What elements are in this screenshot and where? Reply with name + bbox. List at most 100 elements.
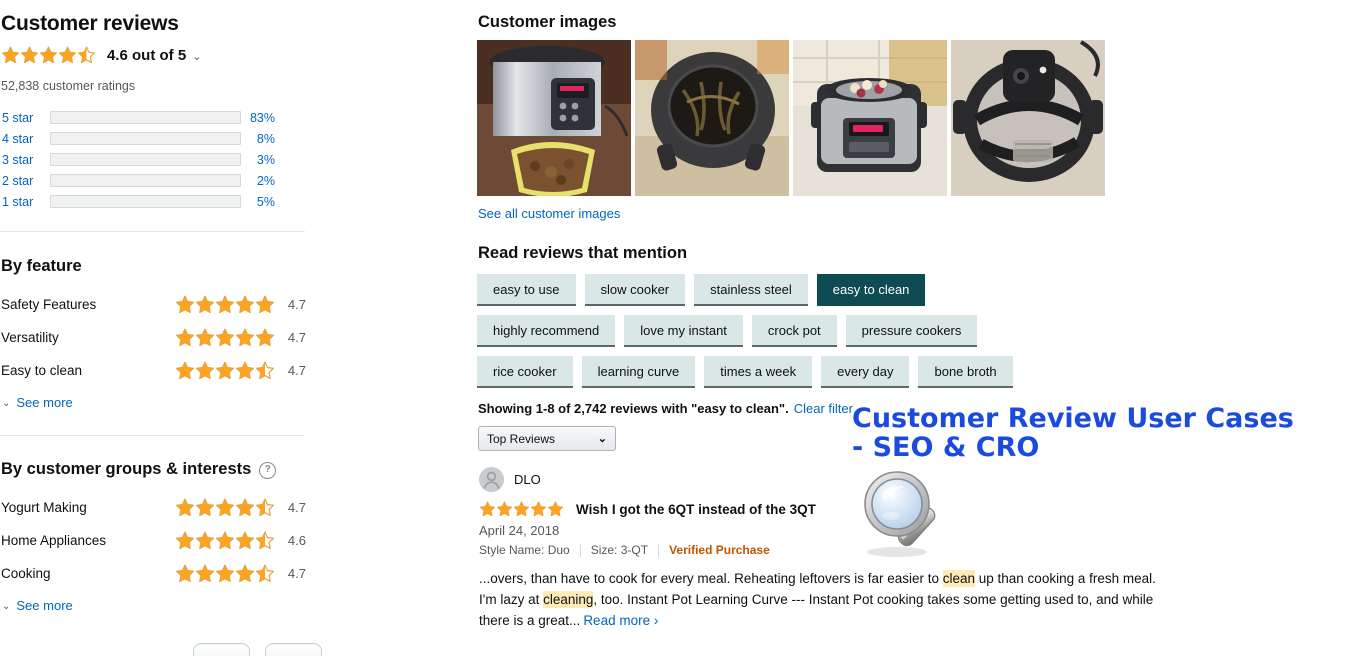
clear-filter-link[interactable]: Clear filter <box>794 401 853 416</box>
review-title-row[interactable]: Wish I got the 6QT instead of the 3QT <box>479 501 1346 517</box>
partial-button-left[interactable] <box>193 643 250 656</box>
chevron-down-icon: ⌄ <box>2 601 11 613</box>
meta-separator <box>658 543 660 557</box>
attribute-row: Easy to clean 4.7 <box>1 354 320 387</box>
mention-pill[interactable]: easy to clean <box>816 274 926 306</box>
mention-pill[interactable]: times a week <box>704 356 813 388</box>
histogram-bar-track[interactable] <box>50 153 241 167</box>
star-icon <box>175 361 195 380</box>
review-star-rating <box>479 501 564 517</box>
star-icon <box>215 361 235 380</box>
mention-pill[interactable]: stainless steel <box>694 274 808 306</box>
by-feature-see-more[interactable]: ⌄ See more <box>2 395 320 410</box>
review-meta: Style Name: Duo Size: 3-QT Verified Purc… <box>479 543 1346 557</box>
attribute-score: 4.7 <box>287 297 306 313</box>
chevron-down-icon[interactable]: ⌄ <box>192 51 201 63</box>
star-icon <box>513 501 530 517</box>
by-feature-list: Safety Features 4.7 Versatility 4.7 Easy… <box>0 288 320 387</box>
reviews-main-column: Customer images See all customer images … <box>477 0 1346 631</box>
attribute-star-rating <box>175 295 275 314</box>
sort-select-value: Top Reviews <box>487 431 556 446</box>
histogram-star-label[interactable]: 5 star <box>0 111 50 125</box>
histogram-bar-track[interactable] <box>50 174 241 188</box>
histogram-percent[interactable]: 2% <box>241 174 291 188</box>
histogram-percent[interactable]: 8% <box>241 132 291 146</box>
mention-pill[interactable]: highly recommend <box>477 315 616 347</box>
by-groups-see-more[interactable]: ⌄ See more <box>2 598 320 613</box>
histogram-percent[interactable]: 83% <box>241 111 291 125</box>
star-icon <box>235 564 255 583</box>
histogram-star-label[interactable]: 4 star <box>0 132 50 146</box>
attribute-score: 4.7 <box>287 330 306 346</box>
customer-images-strip <box>477 40 1346 196</box>
mention-pill[interactable]: every day <box>821 356 910 388</box>
avatar <box>479 467 504 492</box>
review-highlight-cleaning: cleaning <box>543 591 594 608</box>
star-icon <box>77 46 96 64</box>
by-feature-heading-text: By feature <box>1 257 82 276</box>
star-icon <box>195 361 215 380</box>
mention-pill[interactable]: pressure cookers <box>845 315 978 347</box>
histogram-star-label[interactable]: 1 star <box>0 195 50 209</box>
star-icon <box>255 531 275 550</box>
attribute-score: 4.7 <box>287 363 306 379</box>
histogram-row: 4 star 8% <box>0 128 320 149</box>
mention-pill[interactable]: bone broth <box>918 356 1013 388</box>
star-icon <box>215 328 235 347</box>
mention-pill[interactable]: crock pot <box>751 315 837 347</box>
star-icon <box>255 361 275 380</box>
partial-button-right[interactable] <box>265 643 322 656</box>
histogram-star-label[interactable]: 3 star <box>0 153 50 167</box>
help-icon[interactable]: ? <box>259 462 277 480</box>
customer-image-thumbnail[interactable] <box>793 40 947 196</box>
mention-pill[interactable]: love my instant <box>624 315 743 347</box>
histogram-row: 2 star 2% <box>0 170 320 191</box>
star-icon <box>235 531 255 550</box>
histogram-bar-track[interactable] <box>50 132 241 146</box>
attribute-row: Cooking 4.7 <box>1 557 320 590</box>
mention-pill-row: easy to use slow cooker stainless steel eas… <box>477 274 1346 306</box>
histogram-percent[interactable]: 5% <box>241 195 291 209</box>
star-icon <box>195 328 215 347</box>
see-more-label: See more <box>16 395 73 411</box>
by-groups-heading: By customer groups & interests ? <box>1 460 320 480</box>
star-icon <box>255 564 275 583</box>
histogram-bar-track[interactable] <box>50 195 241 209</box>
mention-pill[interactable]: learning curve <box>581 356 696 388</box>
mention-keyword-pills: easy to use slow cooker stainless steel eas… <box>477 274 1346 388</box>
star-icon <box>20 46 39 64</box>
histogram-bar-track[interactable] <box>50 111 241 125</box>
by-groups-heading-text: By customer groups & interests <box>1 460 252 479</box>
star-icon <box>255 328 275 347</box>
mention-pill[interactable]: easy to use <box>477 274 576 306</box>
mention-pill-row: rice cooker learning curve times a week eve… <box>477 356 1346 388</box>
overall-star-rating <box>1 46 96 64</box>
star-icon <box>547 501 564 517</box>
see-more-label: See more <box>16 598 73 614</box>
read-more-link[interactable]: Read more › <box>583 613 658 628</box>
review-author-name: DLO <box>514 472 541 487</box>
attribute-name: Yogurt Making <box>1 500 87 516</box>
star-icon <box>530 501 547 517</box>
meta-separator <box>579 543 581 557</box>
attribute-star-rating <box>175 498 275 517</box>
showing-results-text: Showing 1-8 of 2,742 reviews with "easy … <box>478 401 789 416</box>
histogram-percent[interactable]: 3% <box>241 153 291 167</box>
customer-images-heading: Customer images <box>478 13 617 31</box>
histogram-star-label[interactable]: 2 star <box>0 174 50 188</box>
attribute-name: Versatility <box>1 330 59 346</box>
review-title: Wish I got the 6QT instead of the 3QT <box>576 501 816 517</box>
mention-pill[interactable]: rice cooker <box>477 356 573 388</box>
customer-image-thumbnail[interactable] <box>477 40 631 196</box>
customer-image-thumbnail[interactable] <box>951 40 1105 196</box>
attribute-star-rating <box>175 361 275 380</box>
review-author-row[interactable]: DLO <box>479 467 1346 492</box>
sort-reviews-select[interactable]: Top Reviews ⌄ <box>478 426 616 451</box>
customer-image-thumbnail[interactable] <box>635 40 789 196</box>
mention-pill[interactable]: slow cooker <box>584 274 686 306</box>
overall-rating-row[interactable]: 4.6 out of 5 ⌄ <box>1 44 320 66</box>
see-all-customer-images-link[interactable]: See all customer images <box>478 206 620 221</box>
attribute-name: Easy to clean <box>1 363 83 379</box>
chevron-down-icon: ⌄ <box>2 398 11 410</box>
bottom-button-row <box>193 643 322 656</box>
